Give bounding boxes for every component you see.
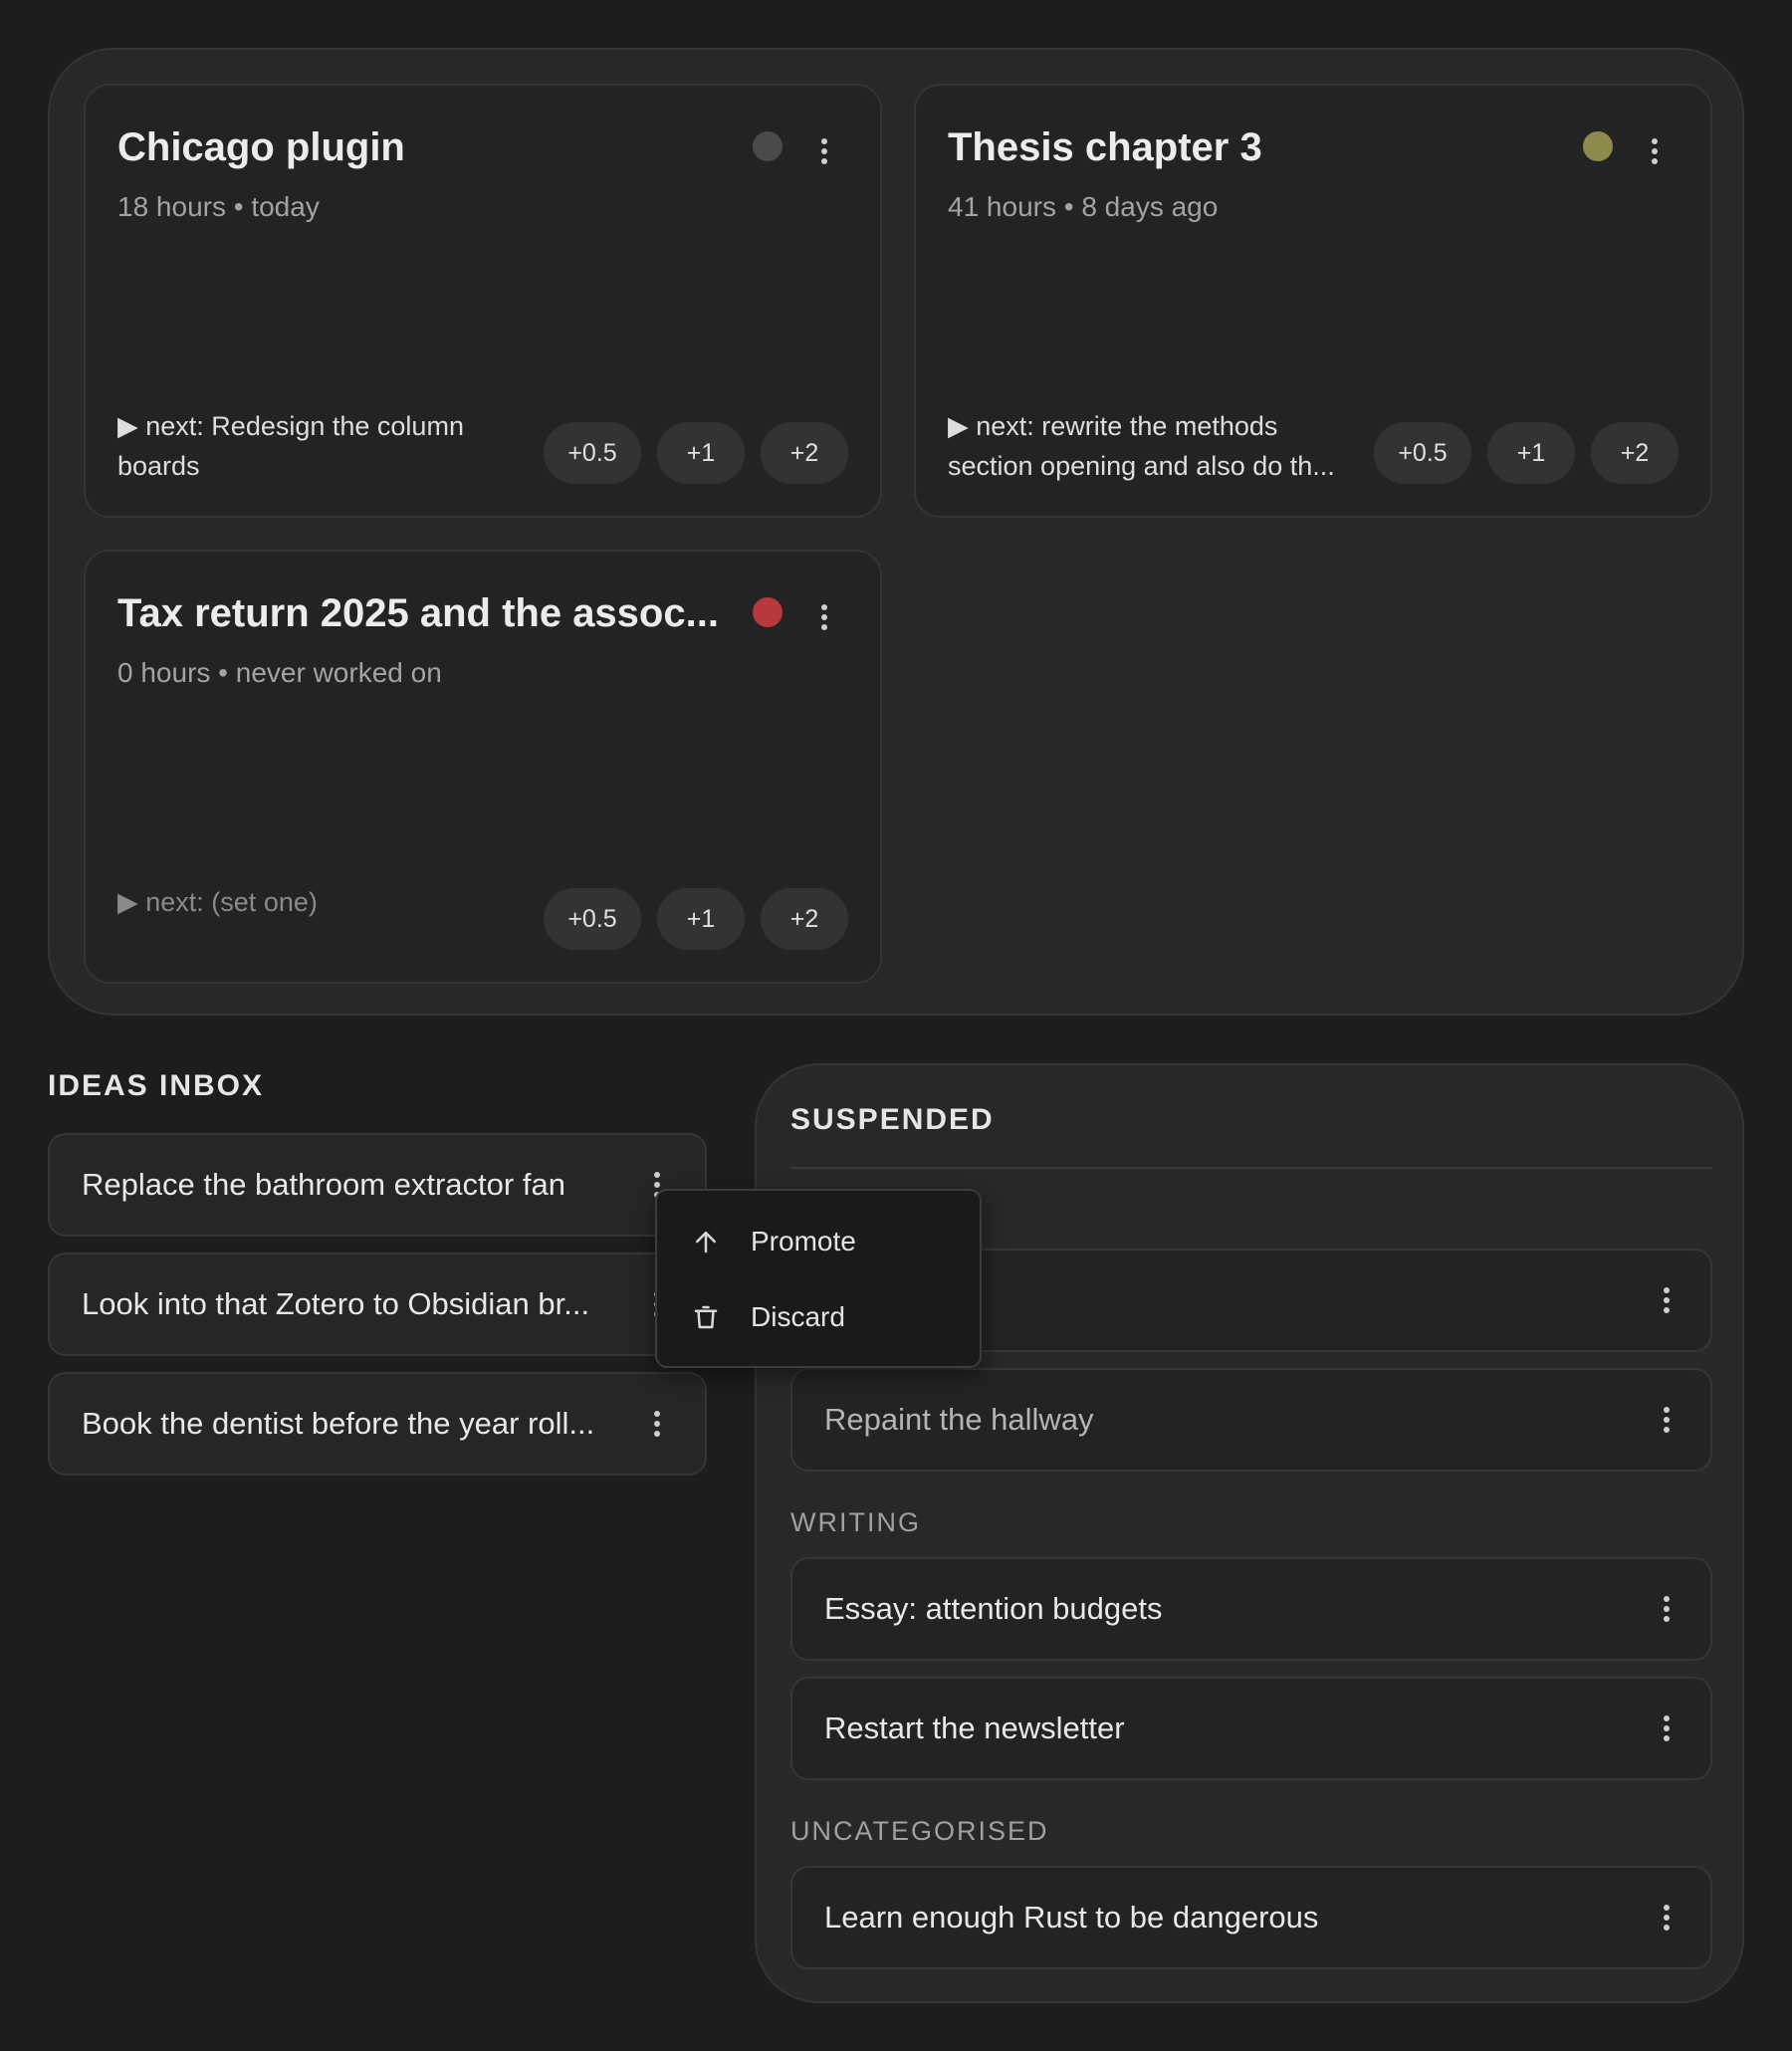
project-title: Tax return 2025 and the assoc... xyxy=(117,591,719,635)
next-action-text: ▶ next: (set one) xyxy=(117,887,318,917)
project-card-chicago-plugin[interactable]: Chicago plugin 18 hours • today ▶ next: … xyxy=(84,84,882,518)
project-meta: 41 hours • 8 days ago xyxy=(948,191,1219,222)
add-half-hour-button[interactable]: +0.5 xyxy=(544,422,641,484)
divider xyxy=(790,1167,1712,1169)
menu-item-promote[interactable]: Promote xyxy=(657,1207,980,1276)
suspended-row[interactable]: Restart the newsletter xyxy=(790,1677,1712,1780)
suspended-label: Restart the newsletter xyxy=(824,1710,1125,1745)
status-dot-icon[interactable] xyxy=(753,597,783,627)
suspended-label: Learn enough Rust to be dangerous xyxy=(824,1900,1319,1935)
active-projects-panel: Chicago plugin 18 hours • today ▶ next: … xyxy=(48,48,1744,1016)
suspended-row[interactable]: Learn enough Rust to be dangerous xyxy=(790,1866,1712,1969)
more-options-icon[interactable] xyxy=(804,131,844,171)
project-card-tax-return[interactable]: Tax return 2025 and the assoc... 0 hours… xyxy=(84,550,882,984)
more-options-icon[interactable] xyxy=(1635,131,1675,171)
more-options-icon[interactable] xyxy=(1647,1400,1686,1440)
idea-row[interactable]: Replace the bathroom extractor fan xyxy=(48,1133,707,1237)
add-half-hour-button[interactable]: +0.5 xyxy=(544,888,641,950)
project-meta: 0 hours • never worked on xyxy=(117,657,442,688)
next-action-text: ▶ next: Redesign the column boards xyxy=(117,411,464,481)
more-options-icon[interactable] xyxy=(1647,1589,1686,1629)
trash-icon xyxy=(694,1305,718,1329)
suspended-row[interactable]: Essay: attention budgets xyxy=(790,1557,1712,1661)
add-one-hour-button[interactable]: +1 xyxy=(657,422,745,484)
context-menu: Promote Discard xyxy=(655,1189,982,1368)
page: Chicago plugin 18 hours • today ▶ next: … xyxy=(0,0,1792,2051)
menu-item-discard[interactable]: Discard xyxy=(657,1282,980,1352)
add-half-hour-button[interactable]: +0.5 xyxy=(1374,422,1471,484)
next-action-text: ▶ next: rewrite the methods section open… xyxy=(948,411,1335,481)
suspended-label: Repaint the hallway xyxy=(824,1402,1094,1437)
idea-label: Replace the bathroom extractor fan xyxy=(82,1167,565,1202)
next-action[interactable]: ▶ next: (set one) xyxy=(117,882,526,922)
status-dot-icon[interactable] xyxy=(1583,131,1613,161)
idea-row[interactable]: Look into that Zotero to Obsidian br... xyxy=(48,1253,707,1356)
suspended-label: Essay: attention budgets xyxy=(824,1591,1163,1626)
project-title: Thesis chapter 3 xyxy=(948,125,1262,169)
add-two-hours-button[interactable]: +2 xyxy=(761,422,848,484)
more-options-icon[interactable] xyxy=(1647,1280,1686,1320)
group-label-uncategorised: UNCATEGORISED xyxy=(790,1816,1049,1846)
suspended-heading: SUSPENDED xyxy=(790,1103,995,1136)
project-meta: 18 hours • today xyxy=(117,191,320,222)
project-title: Chicago plugin xyxy=(117,125,405,169)
menu-item-label: Promote xyxy=(751,1226,856,1256)
add-two-hours-button[interactable]: +2 xyxy=(1591,422,1679,484)
next-action[interactable]: ▶ next: rewrite the methods section open… xyxy=(948,406,1356,486)
idea-row[interactable]: Book the dentist before the year roll... xyxy=(48,1372,707,1476)
more-options-icon[interactable] xyxy=(1647,1898,1686,1937)
menu-item-label: Discard xyxy=(751,1301,845,1332)
idea-label: Look into that Zotero to Obsidian br... xyxy=(82,1286,590,1321)
ideas-inbox-heading: IDEAS INBOX xyxy=(48,1069,265,1102)
add-one-hour-button[interactable]: +1 xyxy=(1487,422,1575,484)
more-options-icon[interactable] xyxy=(804,597,844,637)
add-one-hour-button[interactable]: +1 xyxy=(657,888,745,950)
status-dot-icon[interactable] xyxy=(753,131,783,161)
suspended-row[interactable]: Repaint the hallway xyxy=(790,1368,1712,1472)
group-label-writing: WRITING xyxy=(790,1507,921,1537)
add-two-hours-button[interactable]: +2 xyxy=(761,888,848,950)
arrow-up-icon xyxy=(696,1232,716,1253)
more-options-icon[interactable] xyxy=(1647,1709,1686,1748)
next-action[interactable]: ▶ next: Redesign the column boards xyxy=(117,406,526,486)
more-options-icon[interactable] xyxy=(637,1404,677,1444)
idea-label: Book the dentist before the year roll... xyxy=(82,1406,595,1441)
project-card-thesis-chapter-3[interactable]: Thesis chapter 3 41 hours • 8 days ago ▶… xyxy=(914,84,1712,518)
